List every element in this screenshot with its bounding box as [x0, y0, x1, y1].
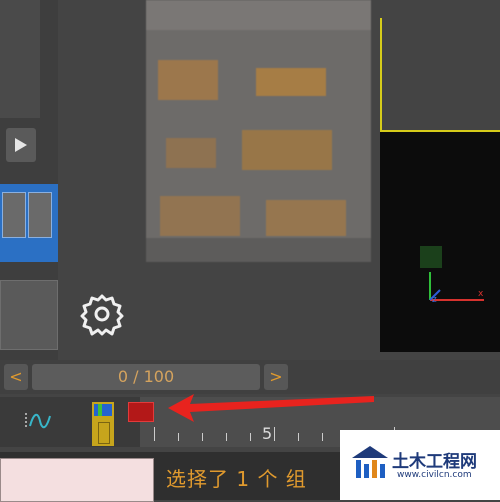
selection-status-text: 选择了 1 个 组: [166, 467, 307, 491]
annotation-arrow: [168, 394, 374, 422]
frame-current: 0: [117, 367, 129, 386]
frame-separator: /: [133, 367, 139, 386]
next-frame-button[interactable]: >: [264, 364, 288, 390]
prev-frame-button[interactable]: <: [4, 364, 28, 390]
play-icon: [15, 138, 27, 152]
command-input[interactable]: [0, 458, 154, 502]
selected-panel[interactable]: [0, 184, 58, 262]
watermark-url: www.civilcn.com: [397, 470, 472, 480]
gear-icon[interactable]: [80, 292, 124, 336]
keyframe-red[interactable]: [128, 402, 154, 422]
building-model[interactable]: [146, 0, 371, 262]
viewport-border: [380, 18, 382, 130]
left-panel-block: [0, 0, 40, 118]
svg-text:x: x: [478, 289, 484, 299]
svg-text:z: z: [432, 295, 437, 305]
keyframe-yellow[interactable]: [92, 402, 114, 446]
panel-cell-lower[interactable]: [0, 280, 58, 350]
watermark-title: 土木工程网: [392, 452, 477, 472]
axis-gizmo-icon: z x: [420, 246, 484, 305]
viewport-border: [380, 130, 500, 132]
panel-cell-left[interactable]: [2, 192, 26, 238]
frame-counter[interactable]: 0 / 100: [32, 364, 260, 390]
curve-editor-icon[interactable]: [24, 410, 52, 432]
panel-cell-right[interactable]: [28, 192, 52, 238]
play-button[interactable]: [6, 128, 36, 162]
frame-total: 100: [143, 367, 175, 386]
watermark-logo-icon: [352, 446, 388, 478]
